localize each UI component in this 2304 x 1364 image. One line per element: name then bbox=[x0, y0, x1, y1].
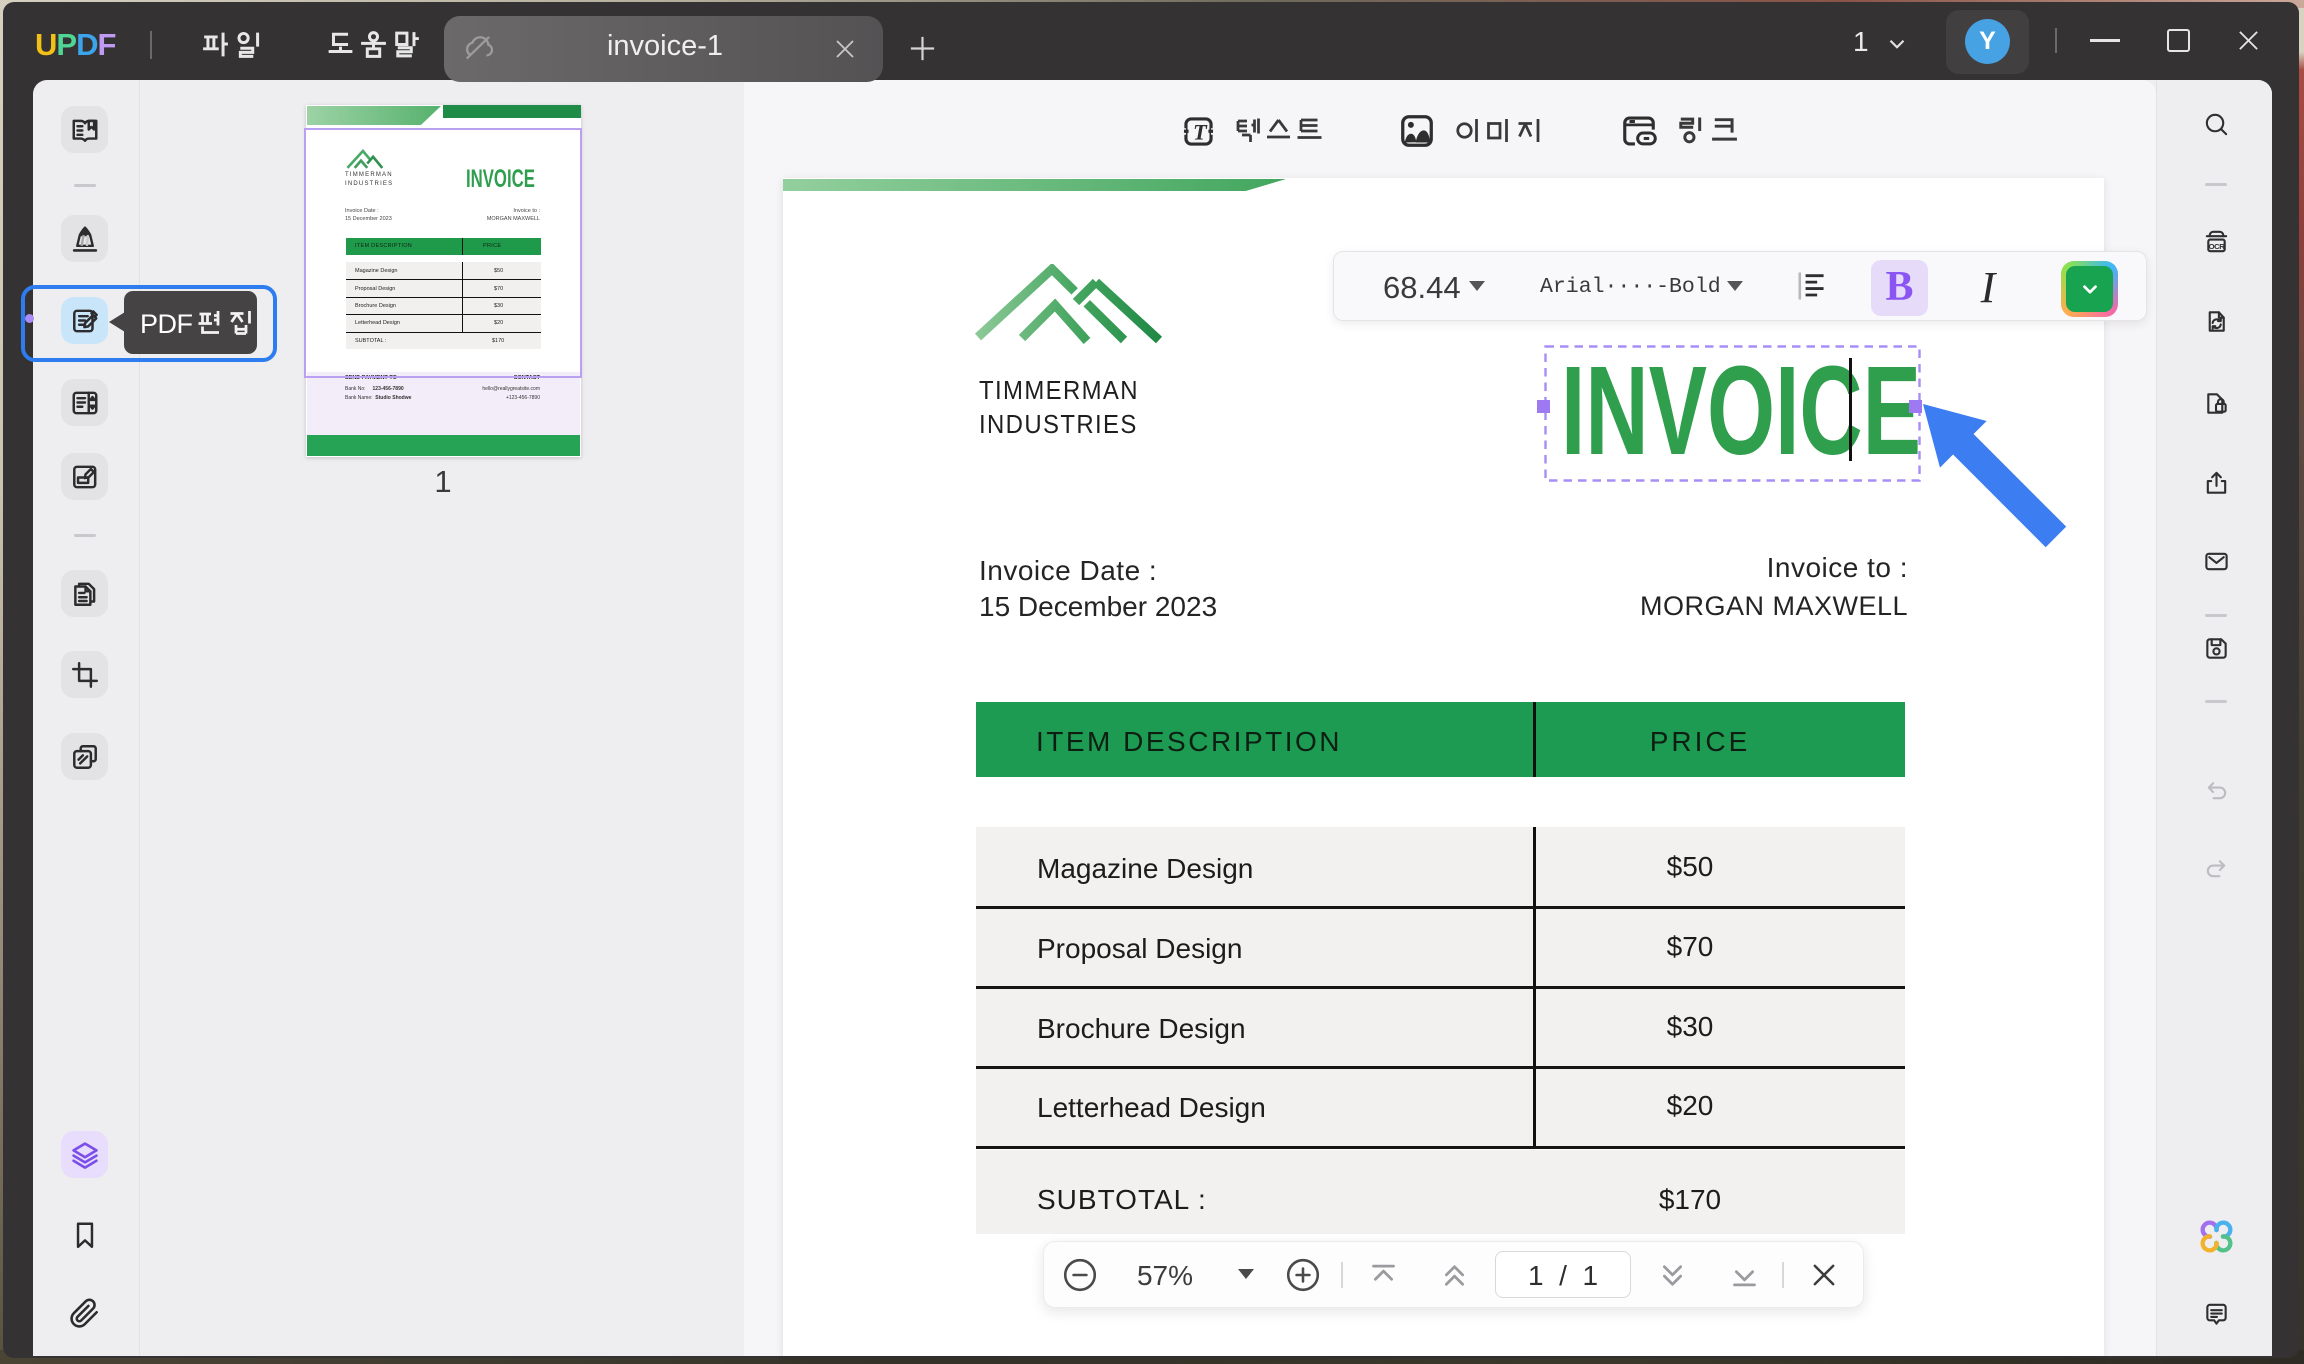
svg-text:T: T bbox=[1193, 119, 1208, 144]
svg-text:OCR: OCR bbox=[2209, 242, 2226, 251]
